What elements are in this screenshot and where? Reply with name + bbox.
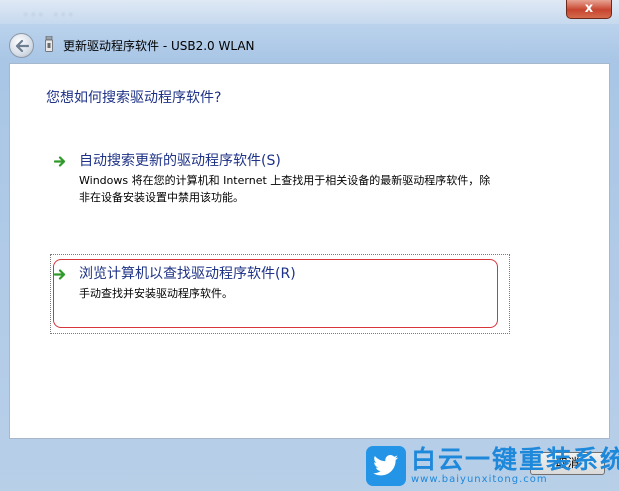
green-arrow-icon [54,156,66,167]
usb-device-icon [45,36,53,52]
twitter-bird-logo-icon [366,446,406,486]
dialog-window: ··· ··· x 更新驱动程序软件 - USB2.0 WLAN 您想如何搜索驱… [0,0,619,491]
option-title: 自动搜索更新的驱动程序软件(S) [79,153,281,169]
watermark-url: www.baiyunxitong.com [411,474,548,485]
title-bar: ··· ··· x [0,0,619,24]
watermark-text: 白云一键重装系统 [411,445,619,474]
content-panel: 您想如何搜索驱动程序软件? 自动搜索更新的驱动程序软件(S) Windows 将… [9,63,610,439]
blurred-menu: ··· ··· [24,8,77,21]
back-button[interactable] [9,33,34,58]
option-description: Windows 将在您的计算机和 Internet 上查找用于相关设备的最新驱动… [79,174,491,204]
window-title: 更新驱动程序软件 - USB2.0 WLAN [63,39,255,53]
back-arrow-icon [15,39,29,52]
red-highlight-annotation [53,259,498,328]
page-heading: 您想如何搜索驱动程序软件? [46,90,222,106]
watermark: 白云一键重装系统 www.baiyunxitong.com [366,444,619,488]
close-button[interactable]: x [566,0,612,19]
